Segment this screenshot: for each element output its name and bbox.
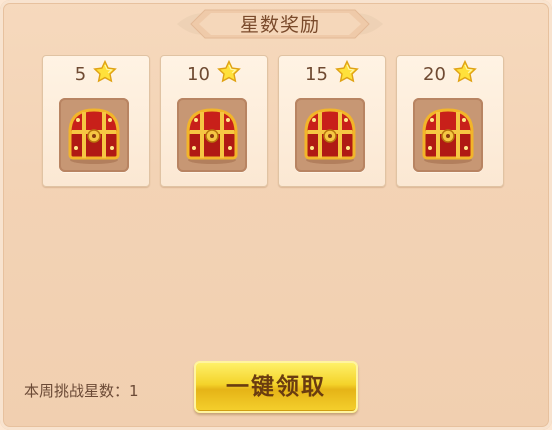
- reward-card-10-stars[interactable]: 10: [160, 55, 268, 187]
- reward-card-5-stars[interactable]: 5: [42, 55, 150, 187]
- panel-header: 星数奖励: [175, 2, 385, 46]
- star-requirement: 5: [43, 59, 149, 90]
- treasure-chest-icon: [186, 108, 238, 164]
- star-reward-panel: 星数奖励 5 10 15 20 本周挑战星数：1 一键领取: [0, 0, 552, 430]
- star-requirement: 10: [161, 59, 267, 90]
- star-icon: [93, 59, 118, 88]
- reward-item-slot[interactable]: [59, 98, 129, 172]
- weekly-stars-label: 本周挑战星数：1: [24, 382, 139, 400]
- treasure-chest-icon: [304, 108, 356, 164]
- reward-card-20-stars[interactable]: 20: [396, 55, 504, 187]
- panel-title: 星数奖励: [239, 14, 320, 36]
- star-count: 20: [423, 63, 446, 85]
- reward-card-15-stars[interactable]: 15: [278, 55, 386, 187]
- reward-item-slot[interactable]: [295, 98, 365, 172]
- star-count: 15: [305, 63, 328, 85]
- star-count: 10: [187, 63, 210, 85]
- treasure-chest-icon: [422, 108, 474, 164]
- star-icon: [217, 59, 241, 88]
- star-requirement: 20: [397, 59, 503, 90]
- star-count: 5: [74, 63, 87, 85]
- claim-all-button[interactable]: 一键领取: [194, 361, 358, 413]
- reward-item-slot[interactable]: [177, 98, 247, 172]
- star-icon: [453, 59, 477, 88]
- reward-item-slot[interactable]: [413, 98, 483, 172]
- star-icon: [335, 59, 359, 88]
- treasure-chest-icon: [68, 108, 120, 164]
- star-requirement: 15: [279, 59, 385, 90]
